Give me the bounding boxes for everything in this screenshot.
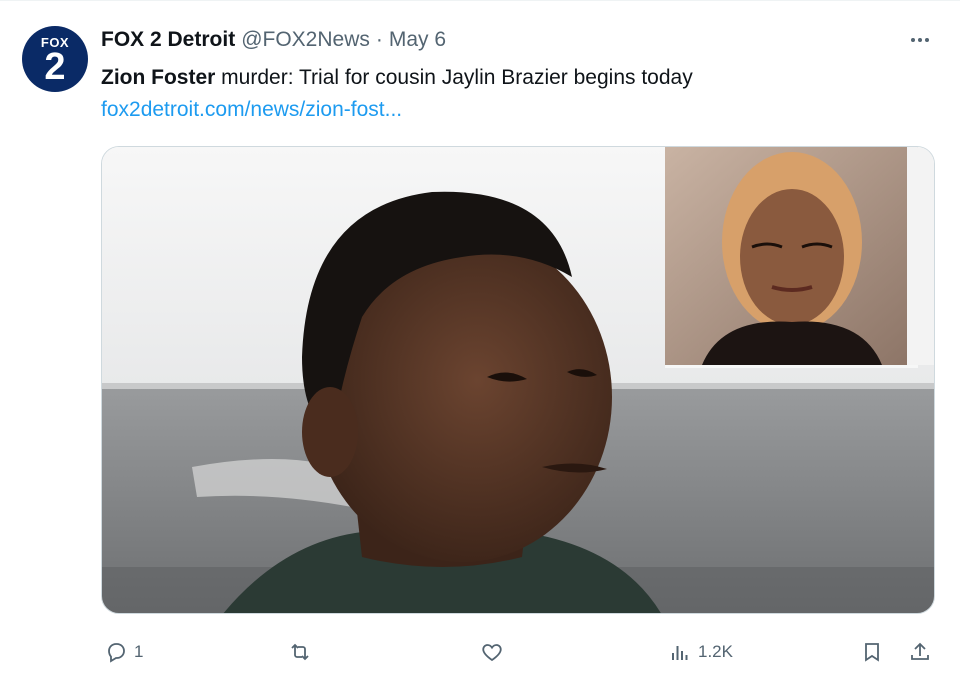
- tweet-text-bold: Zion Foster: [101, 66, 216, 89]
- more-button[interactable]: [904, 28, 936, 52]
- bookmark-button[interactable]: [860, 638, 884, 666]
- retweet-icon: [291, 643, 309, 661]
- divider: [0, 0, 960, 1]
- header-separator: ·: [375, 28, 383, 51]
- display-name[interactable]: FOX 2 Detroit: [101, 28, 235, 52]
- avatar[interactable]: FOX 2: [22, 26, 88, 92]
- reply-count: 1: [134, 642, 144, 661]
- reply-icon: [108, 643, 125, 663]
- share-icon: [911, 642, 929, 660]
- tweet-date[interactable]: May 6: [389, 28, 446, 52]
- reply-button[interactable]: 1: [104, 638, 143, 666]
- courtroom-photo: [102, 147, 934, 613]
- tweet-media-image[interactable]: [101, 146, 935, 614]
- tweet-text-rest: murder: Trial for cousin Jaylin Brazier …: [215, 66, 693, 89]
- tweet-header: FOX 2 Detroit @FOX2News · May 6: [101, 28, 446, 52]
- avatar-logo-number: 2: [44, 45, 66, 88]
- views-icon: [672, 646, 688, 660]
- like-button[interactable]: [480, 638, 510, 666]
- tweet-actions: 1 1.2K: [0, 630, 960, 674]
- tweet-link[interactable]: fox2detroit.com/news/zion-fost...: [101, 96, 402, 124]
- more-icon: [911, 38, 929, 42]
- like-icon: [482, 644, 502, 662]
- user-handle[interactable]: @FOX2News: [241, 28, 370, 52]
- tweet[interactable]: FOX 2 FOX 2 Detroit @FOX2News · May 6 Zi…: [0, 0, 960, 684]
- tweet-text: Zion Foster murder: Trial for cousin Jay…: [101, 64, 693, 92]
- bookmark-icon: [865, 643, 879, 662]
- share-button[interactable]: [908, 638, 932, 666]
- retweet-button[interactable]: [288, 638, 318, 666]
- views-button[interactable]: 1.2K: [668, 638, 733, 666]
- views-count: 1.2K: [698, 642, 733, 661]
